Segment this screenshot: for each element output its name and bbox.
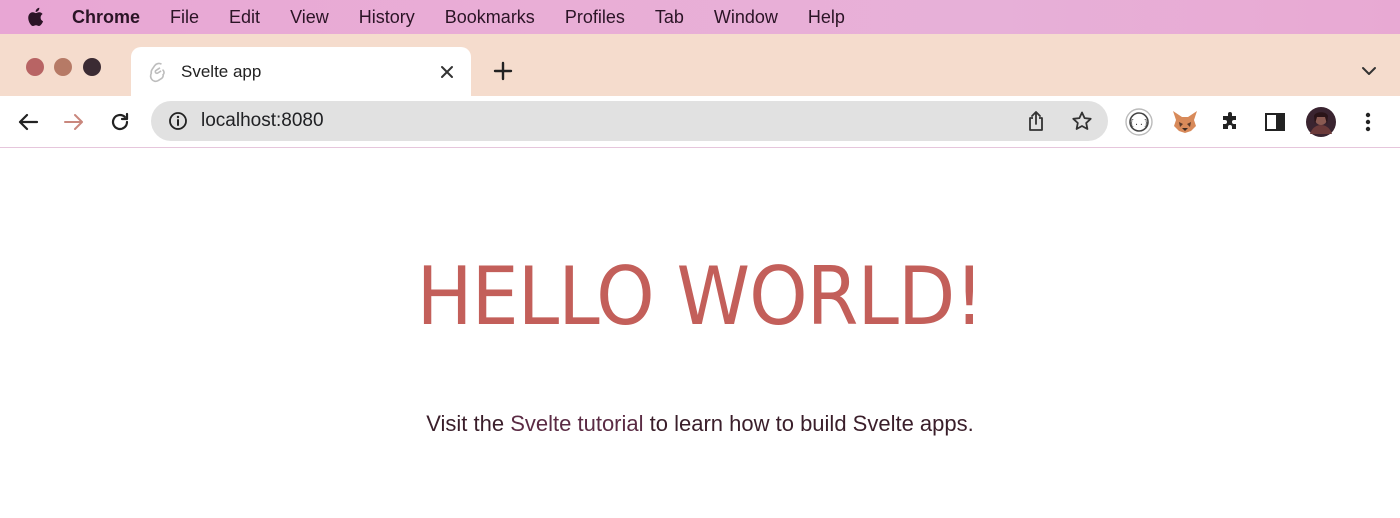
page-heading: HELLO WORLD!: [416, 250, 985, 343]
page-lead-paragraph: Visit the Svelte tutorial to learn how t…: [0, 411, 1400, 437]
browser-toolbar: localhost:8080 {..}: [0, 96, 1400, 148]
devtools-extension-icon[interactable]: {..}: [1123, 106, 1155, 138]
star-icon[interactable]: [1071, 110, 1093, 132]
puzzle-icon[interactable]: [1215, 106, 1247, 138]
lead-prefix: Visit the: [426, 411, 511, 436]
info-icon[interactable]: [167, 110, 189, 132]
side-panel-icon[interactable]: [1259, 106, 1291, 138]
window-close-button[interactable]: [26, 58, 44, 76]
lead-suffix: to learn how to build Svelte apps.: [643, 411, 974, 436]
menu-edit[interactable]: Edit: [229, 7, 260, 28]
address-bar[interactable]: localhost:8080: [151, 101, 1108, 141]
avatar[interactable]: [1305, 106, 1337, 138]
close-icon[interactable]: [437, 62, 457, 82]
menu-bookmarks[interactable]: Bookmarks: [445, 7, 535, 28]
back-arrow-icon[interactable]: [15, 109, 41, 135]
window-minimize-button[interactable]: [54, 58, 72, 76]
url-text[interactable]: localhost:8080: [201, 110, 1025, 132]
menu-tab[interactable]: Tab: [655, 7, 684, 28]
svelte-tutorial-link[interactable]: Svelte tutorial: [510, 411, 643, 436]
apple-icon[interactable]: [26, 6, 44, 28]
svg-text:{..}: {..}: [1129, 118, 1148, 127]
tab-title: Svelte app: [181, 61, 262, 81]
page-viewport: HELLO WORLD! Visit the Svelte tutorial t…: [0, 149, 1400, 518]
tab-strip: Svelte app: [0, 34, 1400, 96]
svelte-favicon-icon: [149, 61, 167, 83]
menu-history[interactable]: History: [359, 7, 415, 28]
share-icon[interactable]: [1025, 109, 1047, 133]
macos-menu-bar: Chrome File Edit View History Bookmarks …: [0, 0, 1400, 34]
menu-profiles[interactable]: Profiles: [565, 7, 625, 28]
menu-window[interactable]: Window: [714, 7, 778, 28]
window-zoom-button[interactable]: [83, 58, 101, 76]
tab-svelte-app[interactable]: Svelte app: [131, 47, 471, 96]
reload-icon[interactable]: [107, 109, 133, 135]
chevron-down-icon[interactable]: [1360, 62, 1378, 80]
menu-app-chrome[interactable]: Chrome: [72, 7, 140, 28]
menu-view[interactable]: View: [290, 7, 329, 28]
menu-file[interactable]: File: [170, 7, 199, 28]
plus-icon[interactable]: [492, 60, 514, 82]
kebab-menu-icon[interactable]: [1352, 106, 1384, 138]
fox-extension-icon[interactable]: [1169, 106, 1201, 138]
forward-arrow-icon[interactable]: [61, 109, 87, 135]
menu-help[interactable]: Help: [808, 7, 845, 28]
